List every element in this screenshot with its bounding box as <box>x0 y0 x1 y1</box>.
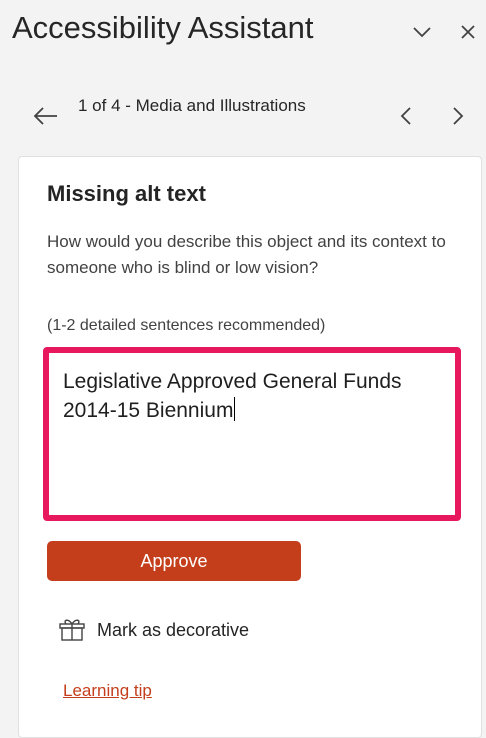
chevron-right-icon <box>453 107 464 125</box>
issue-card: Missing alt text How would you describe … <box>18 156 482 738</box>
issue-description: How would you describe this object and i… <box>47 232 446 277</box>
next-issue-button[interactable] <box>440 98 476 134</box>
issue-position-label: 1 of 4 - Media and Illustrations <box>78 96 306 115</box>
close-icon <box>461 25 475 39</box>
collapse-button[interactable] <box>404 14 440 50</box>
previous-issue-button[interactable] <box>388 98 424 134</box>
approve-button[interactable]: Approve <box>47 541 301 581</box>
learning-tip-link[interactable]: Learning tip <box>63 681 152 701</box>
alt-text-hint: (1-2 detailed sentences recommended) <box>47 317 326 334</box>
alt-text-input[interactable]: Legislative Approved General Funds 2014-… <box>43 347 461 521</box>
panel-header: Accessibility Assistant <box>0 0 486 68</box>
arrow-left-icon <box>33 107 57 125</box>
chevron-down-icon <box>413 27 431 38</box>
ribbon-icon <box>59 619 85 641</box>
close-button[interactable] <box>450 14 486 50</box>
issue-title: Missing alt text <box>47 181 206 206</box>
mark-as-decorative-label: Mark as decorative <box>97 619 250 640</box>
alt-text-value: Legislative Approved General Funds 2014-… <box>63 370 402 422</box>
back-button[interactable] <box>26 98 66 134</box>
chevron-left-icon <box>400 107 411 125</box>
issue-navigator: 1 of 4 - Media and Illustrations <box>0 88 486 150</box>
text-caret <box>234 397 236 421</box>
mark-as-decorative-button[interactable]: Mark as decorative <box>59 615 249 645</box>
panel-title: Accessibility Assistant <box>12 10 314 45</box>
